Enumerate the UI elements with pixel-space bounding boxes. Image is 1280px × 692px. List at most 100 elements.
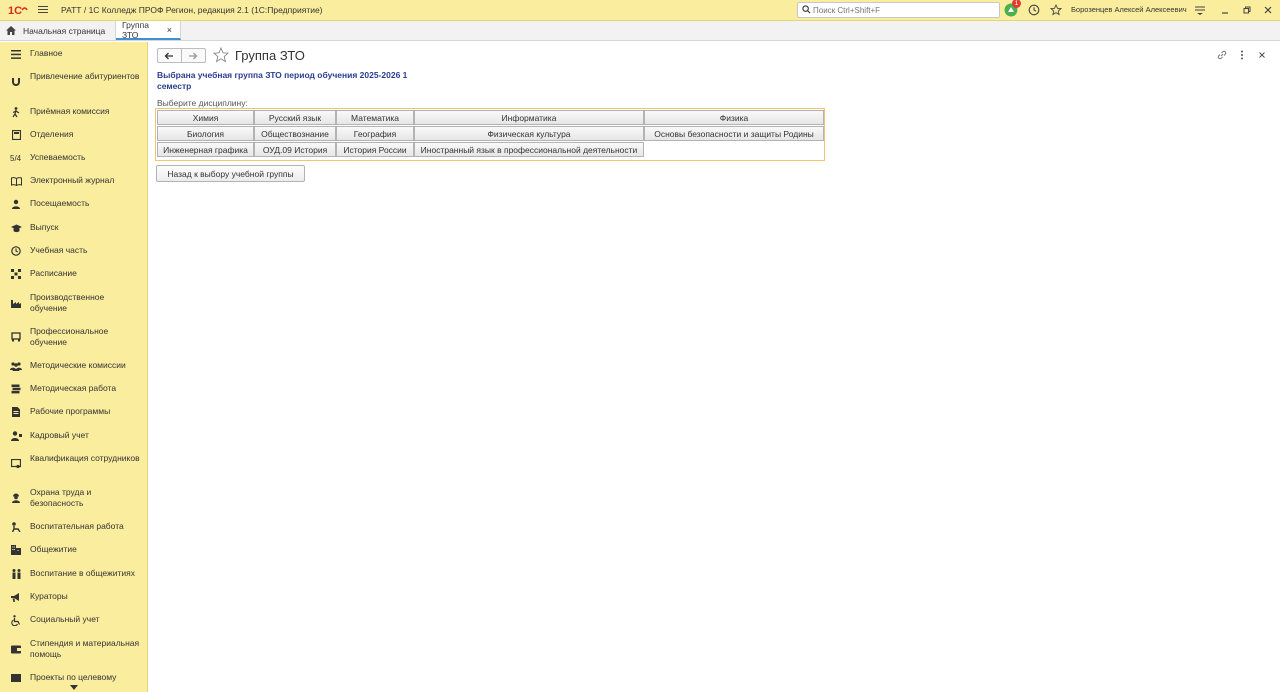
home-icon: [6, 26, 16, 35]
sidebar-item[interactable]: Приёмная комиссия: [0, 106, 147, 118]
page-title: Группа ЗТО: [235, 48, 305, 63]
favorites-star-icon[interactable]: [1049, 3, 1063, 17]
discipline-button[interactable]: Основы безопасности и защиты Родины: [644, 126, 824, 141]
sidebar-item[interactable]: Выпуск: [0, 222, 147, 234]
settings-icon[interactable]: [1193, 3, 1207, 17]
sidebar: Главное Привлечение абитуриентов Приёмная …: [0, 42, 148, 692]
sidebar-item[interactable]: Рабочие программы: [0, 406, 147, 418]
sidebar-item[interactable]: Отделения: [0, 129, 147, 141]
back-arrow-icon[interactable]: [158, 49, 182, 62]
sidebar-item[interactable]: Кадровый учет: [0, 430, 147, 442]
sidebar-item[interactable]: Главное: [0, 48, 147, 60]
discipline-button[interactable]: История России: [336, 142, 414, 157]
discipline-frame: Химия Русский язык Математика Информатика Фи…: [155, 108, 825, 161]
sidebar-item-label: Рабочие программы: [30, 406, 111, 416]
sidebar-item-label: Методические комиссии: [30, 360, 126, 370]
sidebar-item[interactable]: Воспитание в общежитиях: [0, 568, 147, 580]
sidebar-item-label: Квалификация сотрудников: [30, 453, 140, 463]
add-favorite-star-icon[interactable]: [212, 46, 230, 65]
sidebar-item[interactable]: Методическая работа: [0, 383, 147, 395]
sidebar-item-label: Производственное обучение: [30, 292, 105, 313]
sidebar-item-label: Главное: [30, 48, 63, 58]
sidebar-item-label: Стипендия и материальная помощь: [30, 638, 140, 659]
close-window-icon[interactable]: [1261, 3, 1275, 17]
certificate-icon: [10, 458, 22, 470]
sidebar-item[interactable]: Посещаемость: [0, 198, 147, 210]
discipline-button[interactable]: Физика: [644, 110, 824, 125]
link-icon[interactable]: [1217, 50, 1227, 60]
history-icon[interactable]: [1027, 3, 1041, 17]
person-icon: [10, 198, 22, 210]
discipline-button[interactable]: Информатика: [414, 110, 644, 125]
close-tab-icon[interactable]: ×: [167, 25, 172, 35]
choose-discipline-label: Выберите дисциплину:: [157, 98, 248, 108]
book-icon: [10, 175, 22, 187]
discipline-button[interactable]: Русский язык: [254, 110, 336, 125]
user-name[interactable]: Борозенцев Алексей Алексеевич: [1071, 5, 1187, 14]
wheelchair-icon: [10, 614, 22, 626]
discipline-button[interactable]: Математика: [336, 110, 414, 125]
close-form-icon[interactable]: [1257, 50, 1267, 60]
notifications-icon[interactable]: 1: [1004, 0, 1021, 17]
sidebar-item-label: Учебная часть: [30, 245, 88, 255]
sidebar-item[interactable]: Производственное обучение: [0, 292, 147, 314]
sidebar-item[interactable]: Квалификация сотрудников: [0, 453, 147, 475]
search-icon: [802, 4, 811, 16]
sidebar-scroll-down-icon[interactable]: [0, 682, 147, 692]
1c-logo-icon[interactable]: 1С: [8, 4, 28, 16]
sidebar-item-label: Воспитание в общежитиях: [30, 568, 135, 578]
factory-icon: [10, 297, 22, 309]
sidebar-item[interactable]: Привлечение абитуриентов: [0, 71, 147, 93]
minimize-icon[interactable]: [1218, 3, 1232, 17]
sidebar-item[interactable]: 5/4 Успеваемость: [0, 152, 147, 164]
sidebar-item[interactable]: Стипендия и материальная помощь: [0, 638, 147, 660]
discipline-button[interactable]: Биология: [157, 126, 254, 141]
monitor-icon: [10, 331, 22, 343]
discipline-button[interactable]: Иностранный язык в профессиональной деят…: [414, 142, 644, 157]
discipline-button[interactable]: Физическая культура: [414, 126, 644, 141]
main-menu-icon[interactable]: [38, 6, 48, 14]
megaphone-icon: [10, 591, 22, 603]
walker-icon: [10, 106, 22, 118]
sidebar-item[interactable]: Электронный журнал: [0, 175, 147, 187]
door-icon: [10, 129, 22, 141]
tab-bar: Начальная страница Группа ЗТО ×: [0, 20, 1280, 41]
discipline-button[interactable]: Инженерная графика: [157, 142, 254, 157]
search-input[interactable]: [813, 5, 993, 15]
group-icon: [10, 360, 22, 372]
discipline-button[interactable]: Обществознание: [254, 126, 336, 141]
worker-icon: [10, 492, 22, 504]
search-box[interactable]: [797, 2, 1000, 18]
sidebar-item-label: Посещаемость: [30, 198, 90, 208]
forward-arrow-icon[interactable]: [182, 49, 205, 62]
discipline-button[interactable]: ОУД.09 История: [254, 142, 336, 157]
sidebar-item-label: Расписание: [30, 268, 77, 278]
sidebar-item[interactable]: Социальный учет: [0, 614, 147, 626]
discipline-button[interactable]: География: [336, 126, 414, 141]
sidebar-item[interactable]: Воспитательная работа: [0, 521, 147, 533]
sidebar-item[interactable]: Профессиональное обучение: [0, 326, 147, 348]
discipline-button[interactable]: Химия: [157, 110, 254, 125]
sidebar-item[interactable]: Расписание: [0, 268, 147, 280]
document-icon: [10, 406, 22, 418]
more-actions-icon[interactable]: [1237, 50, 1247, 60]
sidebar-item[interactable]: Кураторы: [0, 591, 147, 603]
clock-icon: [10, 245, 22, 257]
back-to-group-button[interactable]: Назад к выбору учебной группы: [156, 165, 305, 182]
restore-icon[interactable]: [1240, 3, 1254, 17]
sidebar-item[interactable]: Учебная часть: [0, 245, 147, 257]
staff-icon: [10, 430, 22, 442]
selected-group-info: Выбрана учебная группа ЗТО период обучен…: [157, 70, 408, 91]
sidebar-item[interactable]: Охрана труда и безопасность: [0, 487, 147, 509]
sidebar-item-label: Приёмная комиссия: [30, 106, 110, 116]
list-icon: [10, 48, 22, 60]
graduation-cap-icon: [10, 222, 22, 234]
sidebar-item-label: Выпуск: [30, 222, 59, 232]
sidebar-item[interactable]: Методические комиссии: [0, 360, 147, 372]
tab-group[interactable]: Группа ЗТО ×: [116, 20, 181, 40]
sidebar-item[interactable]: Общежитие: [0, 544, 147, 556]
svg-text:5/4: 5/4: [10, 154, 22, 163]
sidebar-item-label: Проекты по целевому: [30, 672, 117, 682]
notification-badge: 1: [1012, 0, 1021, 8]
tab-home[interactable]: Начальная страница: [0, 21, 116, 40]
